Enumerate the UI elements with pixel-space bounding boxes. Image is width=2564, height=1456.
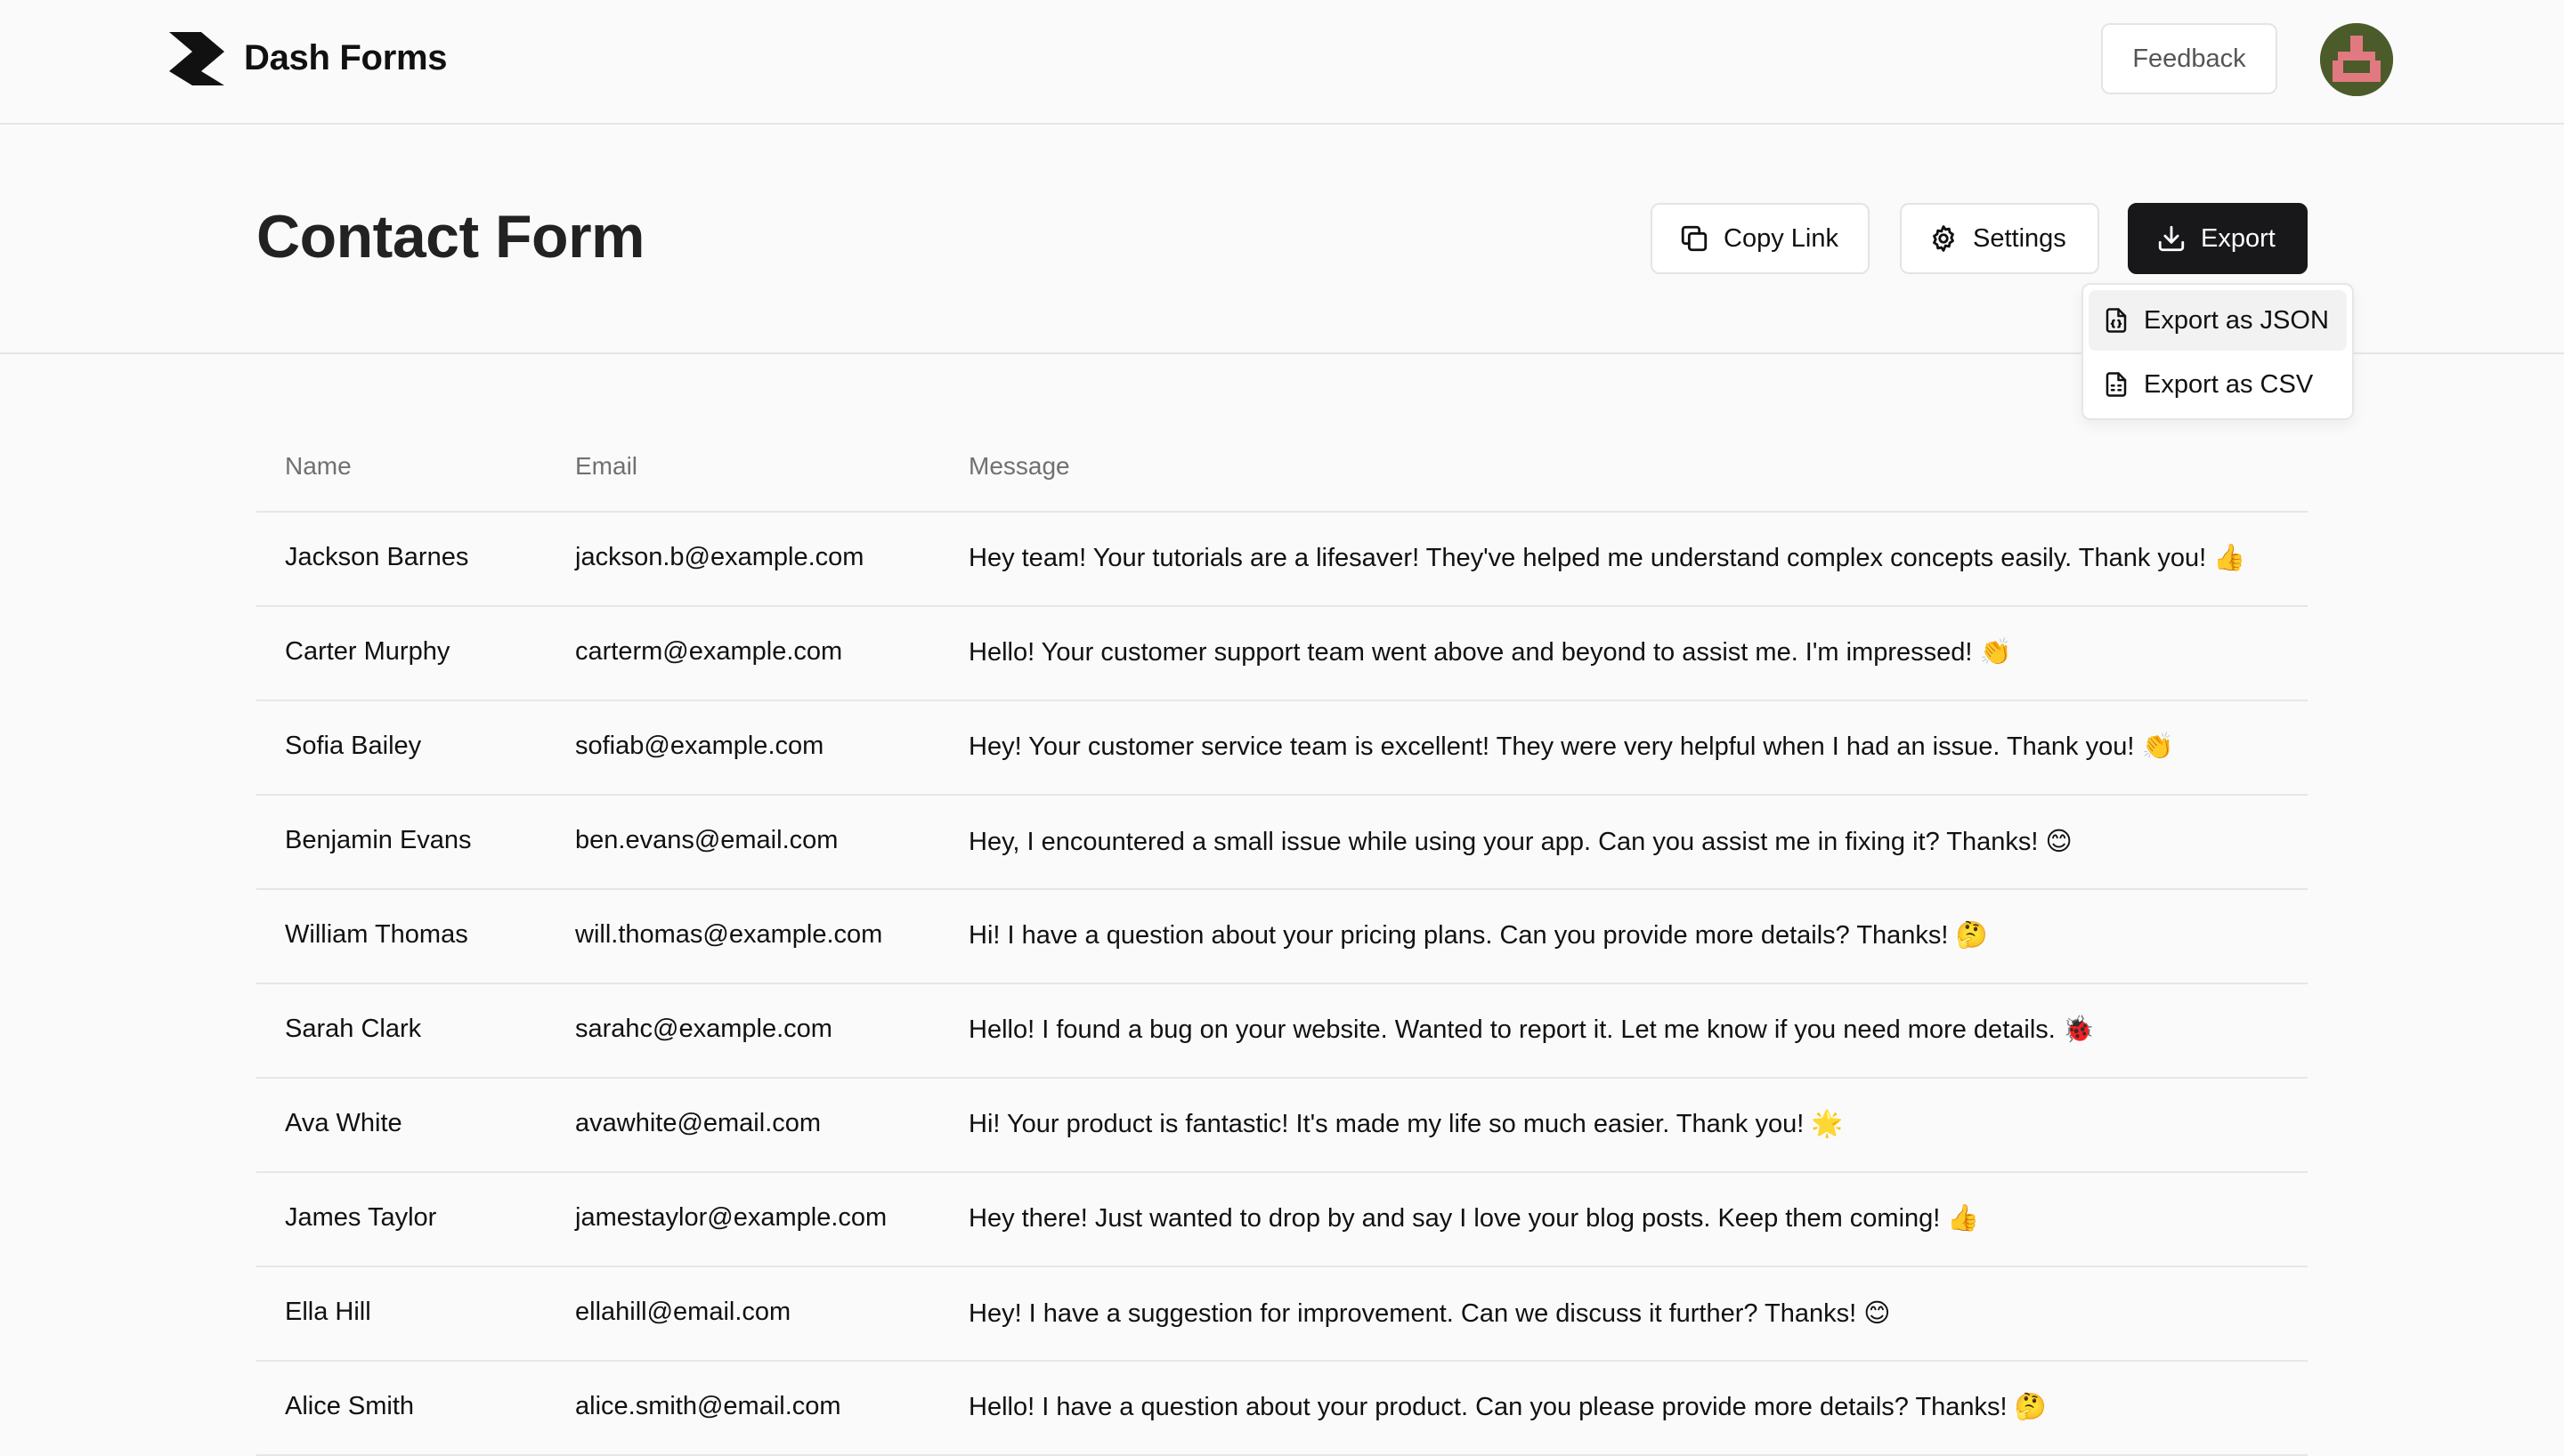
cell-name: James Taylor: [285, 1203, 437, 1232]
cell-email: will.thomas@example.com: [575, 920, 883, 949]
cell-message: Hey! Your customer service team is excel…: [969, 732, 2174, 761]
cell-message: Hi! I have a question about your pricing…: [969, 921, 1988, 950]
export-label: Export: [2201, 223, 2276, 253]
export-csv-label: Export as CSV: [2144, 369, 2314, 399]
page-title: Contact Form: [256, 203, 645, 271]
cell-message: Hey team! Your tutorials are a lifesaver…: [969, 544, 2246, 572]
cell-message: Hey there! Just wanted to drop by and sa…: [969, 1204, 1980, 1233]
cell-message: Hello! I have a question about your prod…: [969, 1393, 2047, 1421]
table-row[interactable]: Sofia Bailey sofiab@example.com Hey! You…: [256, 701, 2308, 796]
cell-email: jamestaylor@example.com: [575, 1203, 888, 1232]
file-spreadsheet-icon: [2106, 372, 2127, 397]
cell-email: ben.evans@email.com: [575, 826, 839, 854]
cell-name: Sarah Clark: [285, 1015, 422, 1043]
copy-link-label: Copy Link: [1724, 223, 1838, 253]
download-icon: [2158, 225, 2185, 252]
table-row[interactable]: Ella Hill ellahill@email.com Hey! I have…: [256, 1267, 2308, 1362]
cell-name: Ava White: [285, 1109, 402, 1137]
cell-name: William Thomas: [285, 920, 468, 949]
feedback-button[interactable]: Feedback: [2101, 23, 2277, 94]
export-json-label: Export as JSON: [2144, 305, 2329, 335]
cell-message: Hi! Your product is fantastic! It's made…: [969, 1110, 1844, 1138]
column-header-message: Message: [969, 452, 1070, 480]
settings-button[interactable]: Settings: [1900, 203, 2099, 274]
table-row[interactable]: Alice Smith alice.smith@email.com Hello!…: [256, 1362, 2308, 1456]
column-header-name: Name: [285, 452, 352, 480]
cell-message: Hey, I encountered a small issue while u…: [969, 828, 2073, 856]
table-row[interactable]: Ava White avawhite@email.com Hi! Your pr…: [256, 1079, 2308, 1173]
dash-forms-logo-icon[interactable]: [169, 32, 224, 85]
table-row[interactable]: Carter Murphy carterm@example.com Hello!…: [256, 607, 2308, 701]
file-json-icon: [2106, 308, 2127, 333]
cell-name: Carter Murphy: [285, 637, 450, 666]
copy-icon: [1681, 225, 1708, 252]
table-row[interactable]: William Thomas will.thomas@example.com H…: [256, 890, 2308, 984]
cell-name: Alice Smith: [285, 1392, 415, 1420]
table-row[interactable]: Sarah Clark sarahc@example.com Hello! I …: [256, 984, 2308, 1079]
cell-email: carterm@example.com: [575, 637, 843, 666]
export-csv-menu-item[interactable]: Export as CSV: [2089, 354, 2347, 415]
cell-message: Hello! Your customer support team went a…: [969, 638, 2012, 667]
column-header-email: Email: [575, 452, 638, 480]
gear-icon: [1933, 225, 1954, 252]
avatar-pattern-icon: [2320, 23, 2393, 96]
export-json-menu-item[interactable]: Export as JSON: [2089, 290, 2347, 351]
cell-name: Benjamin Evans: [285, 826, 472, 854]
submissions-table: Name Email Message Jackson Barnes jackso…: [256, 422, 2308, 1456]
export-dropdown-menu: Export as JSON Export as CSV: [2081, 283, 2354, 420]
cell-message: Hey! I have a suggestion for improvement…: [969, 1299, 1891, 1328]
export-button[interactable]: Export: [2128, 203, 2308, 274]
cell-email: jackson.b@example.com: [575, 543, 864, 571]
settings-label: Settings: [1973, 223, 2066, 253]
cell-email: alice.smith@email.com: [575, 1392, 841, 1420]
cell-email: ellahill@email.com: [575, 1298, 791, 1326]
cell-name: Jackson Barnes: [285, 543, 469, 571]
copy-link-button[interactable]: Copy Link: [1651, 203, 1870, 274]
cell-email: avawhite@email.com: [575, 1109, 822, 1137]
cell-name: Sofia Bailey: [285, 732, 422, 760]
cell-message: Hello! I found a bug on your website. Wa…: [969, 1015, 2095, 1044]
brand-name[interactable]: Dash Forms: [244, 36, 447, 80]
cell-name: Ella Hill: [285, 1298, 371, 1326]
table-row[interactable]: Benjamin Evans ben.evans@email.com Hey, …: [256, 796, 2308, 890]
table-row[interactable]: James Taylor jamestaylor@example.com Hey…: [256, 1173, 2308, 1267]
top-navbar: Dash Forms Feedback: [0, 0, 2564, 125]
cell-email: sofiab@example.com: [575, 732, 824, 760]
cell-email: sarahc@example.com: [575, 1015, 832, 1043]
table-row[interactable]: Jackson Barnes jackson.b@example.com Hey…: [256, 513, 2308, 607]
user-avatar[interactable]: [2320, 23, 2393, 96]
table-header: Name Email Message: [256, 422, 2308, 513]
